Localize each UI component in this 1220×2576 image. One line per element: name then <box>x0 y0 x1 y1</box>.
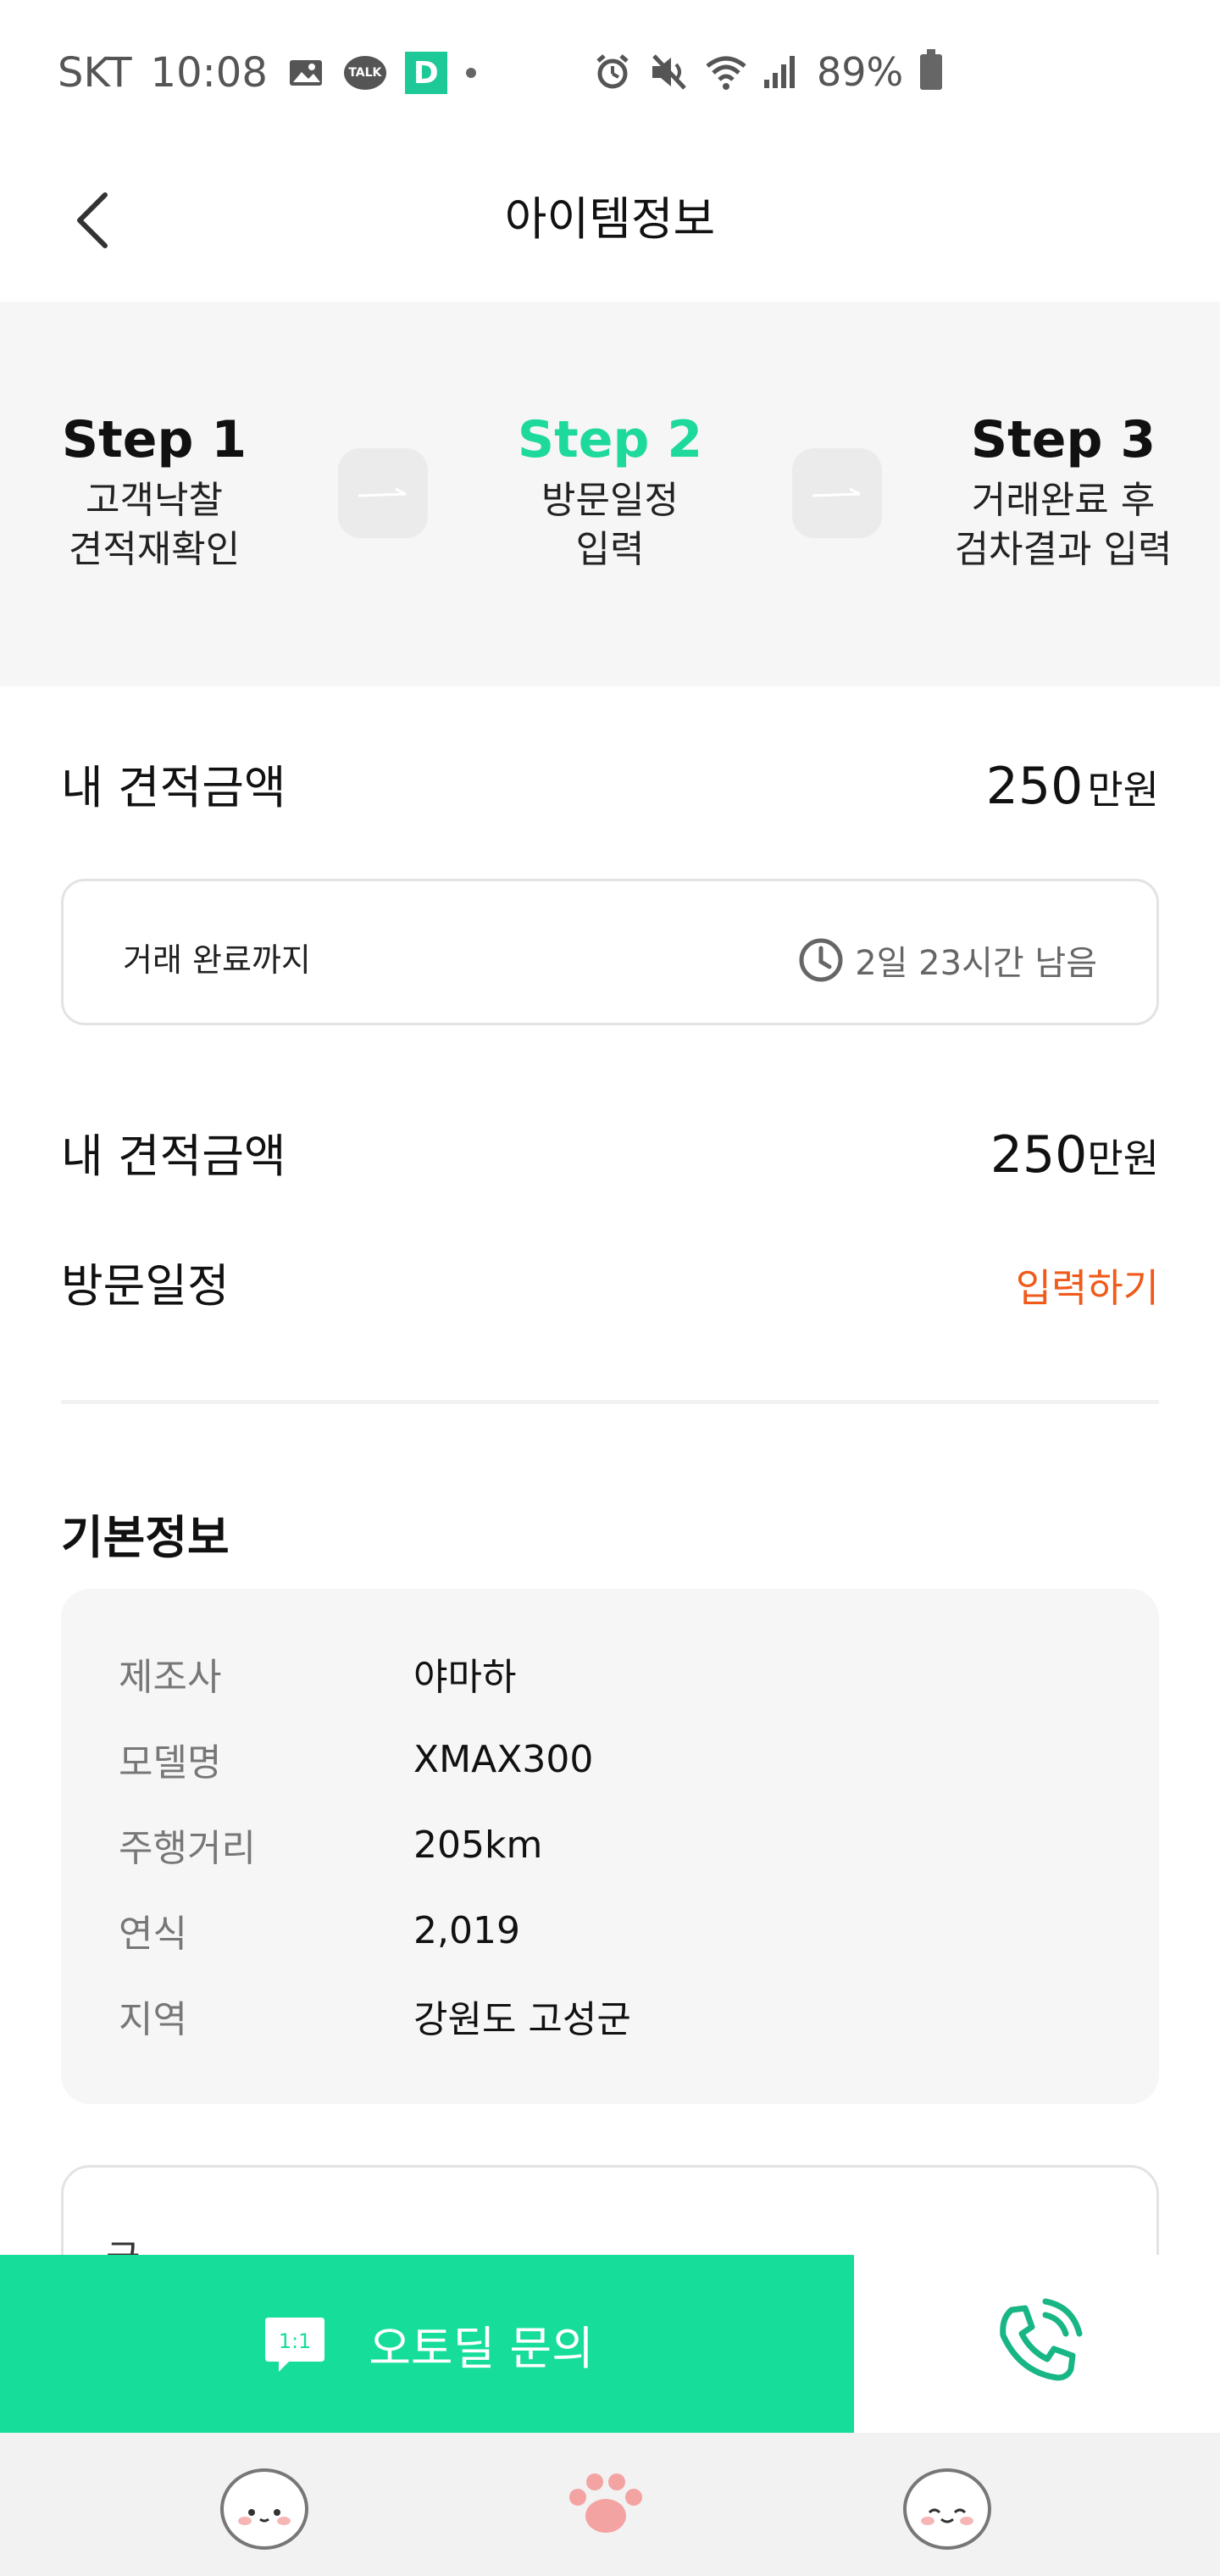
info-row-region: 지역 강원도 고성군 <box>119 1990 631 2041</box>
basic-info-title: 기본정보 <box>61 1511 230 1564</box>
nav-home-button[interactable] <box>559 2458 652 2551</box>
step-2-title: Step 2 <box>517 410 703 469</box>
phone-call-button[interactable] <box>854 2255 1220 2433</box>
visit-schedule-input-button[interactable]: 입력하기 <box>1016 1257 1159 1313</box>
step-1: Step 1 고객낙찰 견적재확인 <box>14 412 294 575</box>
d-app-icon: D <box>404 52 447 94</box>
kakaotalk-icon: TALK <box>343 56 386 90</box>
countdown-remaining-text: 2일 23시간 남음 <box>855 944 1097 983</box>
face-icon <box>903 2468 991 2550</box>
step-3-title: Step 3 <box>970 410 1156 469</box>
step-2-line1: 방문일정 <box>541 479 679 522</box>
quote-detail-unit: 만원 <box>1087 1135 1159 1181</box>
step-2-line2: 입력 <box>575 528 645 572</box>
alarm-icon <box>593 53 632 92</box>
signal-icon <box>761 53 800 92</box>
info-label: 연식 <box>119 1913 187 1956</box>
status-left: SKT 10:08 TALK D <box>58 49 476 97</box>
nav-back-button[interactable] <box>218 2458 311 2551</box>
step-3-description: 거래완료 후 검차결과 입력 <box>923 476 1203 575</box>
info-value: 2,019 <box>413 1908 520 1952</box>
gallery-icon <box>286 53 325 92</box>
battery-icon <box>920 49 943 90</box>
countdown-label: 거래 완료까지 <box>123 941 311 979</box>
mute-icon <box>649 53 688 92</box>
chat-badge-text: 1:1 <box>279 2329 312 2353</box>
quote-detail-label: 내 견적금액 <box>61 1130 286 1183</box>
visit-schedule-label: 방문일정 <box>61 1259 230 1313</box>
step-progress: Step 1 고객낙찰 견적재확인 Step 2 방문일정 입력 Step 3 … <box>0 302 1220 686</box>
info-value: 야마하 <box>413 1656 517 1699</box>
autodeal-inquiry-label: 오토딜 문의 <box>369 2321 594 2375</box>
status-bar: SKT 10:08 TALK D 89% <box>0 0 1220 153</box>
arrow-right-icon <box>792 448 882 538</box>
carrier-label: SKT <box>58 49 132 97</box>
app-bar: 아이템정보 <box>0 153 1220 302</box>
wifi-icon <box>705 53 746 92</box>
chat-1-1-icon: 1:1 <box>265 2318 325 2372</box>
step-1-description: 고객낙찰 견적재확인 <box>14 476 294 575</box>
info-row-mileage: 주행거리 205km <box>119 1819 543 1871</box>
step-2-description: 방문일정 입력 <box>470 476 750 575</box>
deal-countdown-box: 거래 완료까지 2일 23시간 남음 <box>61 879 1159 1025</box>
arrow-right-icon <box>338 448 428 538</box>
info-row-model: 모델명 XMAX300 <box>119 1734 593 1785</box>
nav-recents-button[interactable] <box>901 2458 994 2551</box>
countdown-remaining: 2일 23시간 남음 <box>797 935 1097 985</box>
quote-detail-value: 250만원 <box>990 1125 1159 1185</box>
autodeal-inquiry-button[interactable]: 1:1 오토딜 문의 <box>0 2255 854 2433</box>
system-nav-bar <box>0 2433 1220 2576</box>
visit-schedule-row: 방문일정 입력하기 <box>61 1248 1159 1315</box>
info-label: 지역 <box>119 1998 187 2041</box>
status-right: 89% <box>593 49 943 95</box>
phone-icon <box>1000 2298 1083 2381</box>
quote-detail-amount: 250 <box>990 1125 1088 1185</box>
quote-summary-label: 내 견적금액 <box>61 761 286 814</box>
info-value: 강원도 고성군 <box>413 1998 631 2041</box>
step-1-line1: 고객낙찰 <box>86 479 223 522</box>
clock-icon <box>799 938 843 982</box>
bottom-action-bar: 1:1 오토딜 문의 <box>0 2255 1220 2433</box>
info-label: 모델명 <box>119 1741 222 1785</box>
info-value: XMAX300 <box>413 1737 594 1781</box>
step-3-line1: 거래완료 후 <box>971 479 1156 522</box>
quote-summary-value: 250 만원 <box>986 757 1159 816</box>
info-label: 제조사 <box>119 1656 222 1699</box>
info-label: 주행거리 <box>119 1827 256 1870</box>
more-notifications-dot-icon <box>465 68 476 78</box>
quote-summary-row: 내 견적금액 250 만원 <box>61 750 1159 817</box>
page-title: 아이템정보 <box>504 192 716 246</box>
step-1-title: Step 1 <box>61 410 247 469</box>
step-3-line2: 검차결과 입력 <box>954 528 1173 572</box>
clock: 10:08 <box>150 49 268 97</box>
step-1-line2: 견적재확인 <box>68 528 241 572</box>
section-divider <box>61 1400 1159 1404</box>
paw-icon <box>569 2473 642 2533</box>
face-icon <box>220 2468 308 2550</box>
info-value: 205km <box>413 1823 543 1867</box>
quote-summary-unit: 만원 <box>1087 767 1159 813</box>
step-2: Step 2 방문일정 입력 <box>470 412 750 575</box>
quote-detail-row: 내 견적금액 250만원 <box>61 1119 1159 1185</box>
info-row-year: 연식 2,019 <box>119 1905 520 1957</box>
quote-summary-amount: 250 <box>985 757 1084 816</box>
battery-level: 89% <box>817 49 904 95</box>
basic-info-card: 제조사 야마하 모델명 XMAX300 주행거리 205km 연식 2,019 … <box>61 1589 1159 2104</box>
info-row-manufacturer: 제조사 야마하 <box>119 1648 516 1699</box>
step-3: Step 3 거래완료 후 검차결과 입력 <box>923 412 1203 575</box>
